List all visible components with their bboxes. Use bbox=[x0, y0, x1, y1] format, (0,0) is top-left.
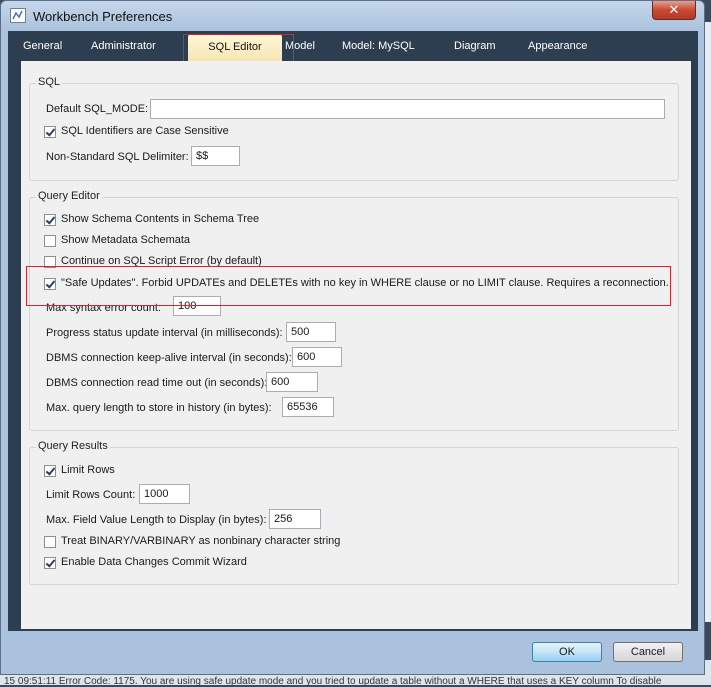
max-field-length-input[interactable]: 256 bbox=[269, 509, 321, 529]
read-timeout-input[interactable]: 600 bbox=[266, 372, 318, 392]
query-results-group: Query Results Limit Rows Limit Rows Coun… bbox=[29, 440, 679, 585]
show-metadata-checkbox[interactable] bbox=[44, 235, 56, 247]
close-icon: ✕ bbox=[668, 2, 680, 17]
tab-administrator[interactable]: Administrator bbox=[91, 40, 156, 52]
sql-group-title: SQL bbox=[36, 76, 63, 88]
limit-rows-count-input[interactable]: 1000 bbox=[139, 484, 190, 504]
query-results-group-title: Query Results bbox=[36, 440, 110, 452]
cancel-button[interactable]: Cancel bbox=[613, 642, 683, 662]
title-bar[interactable]: Workbench Preferences ✕ bbox=[1, 1, 704, 31]
tab-bar: General Administrator SQL Editor Model M… bbox=[8, 31, 698, 61]
show-schema-contents-checkbox[interactable] bbox=[44, 214, 56, 226]
preferences-dialog: Workbench Preferences ✕ General Administ… bbox=[0, 0, 705, 675]
show-metadata-label: Show Metadata Schemata bbox=[61, 234, 191, 246]
limit-rows-label: Limit Rows bbox=[61, 464, 115, 476]
max-query-length-input[interactable]: 65536 bbox=[282, 397, 334, 417]
tab-diagram[interactable]: Diagram bbox=[454, 40, 496, 52]
max-field-length-label: Max. Field Value Length to Display (in b… bbox=[46, 514, 267, 526]
close-button[interactable]: ✕ bbox=[652, 1, 696, 20]
query-editor-group-title: Query Editor bbox=[36, 190, 102, 202]
tab-model-mysql[interactable]: Model: MySQL bbox=[342, 40, 415, 52]
treat-binary-checkbox[interactable] bbox=[44, 536, 56, 548]
highlight-safe-updates bbox=[26, 266, 671, 306]
default-sql-mode-input[interactable] bbox=[150, 99, 665, 119]
progress-interval-input[interactable]: 500 bbox=[286, 322, 336, 342]
default-sql-mode-label: Default SQL_MODE: bbox=[46, 103, 149, 115]
ok-button[interactable]: OK bbox=[532, 642, 602, 662]
show-schema-contents-label: Show Schema Contents in Schema Tree bbox=[61, 213, 260, 225]
keepalive-input[interactable]: 600 bbox=[292, 347, 342, 367]
case-sensitive-checkbox[interactable] bbox=[44, 126, 56, 138]
workbench-app-icon bbox=[10, 8, 26, 23]
delimiter-input[interactable]: $$ bbox=[191, 146, 240, 166]
keepalive-label: DBMS connection keep-alive interval (in … bbox=[46, 352, 292, 364]
background-output-text: 15 09:51:11 Error Code: 1175. You are us… bbox=[4, 676, 662, 687]
tab-appearance[interactable]: Appearance bbox=[528, 40, 587, 52]
max-query-length-label: Max. query length to store in history (i… bbox=[46, 402, 272, 414]
sql-group: SQL Default SQL_MODE: SQL Identifiers ar… bbox=[29, 76, 679, 181]
query-editor-group: Query Editor Show Schema Contents in Sch… bbox=[29, 190, 679, 431]
limit-rows-count-label: Limit Rows Count: bbox=[46, 489, 136, 501]
treat-binary-label: Treat BINARY/VARBINARY as nonbinary char… bbox=[61, 535, 341, 547]
tab-general[interactable]: General bbox=[23, 40, 62, 52]
progress-interval-label: Progress status update interval (in mill… bbox=[46, 327, 283, 339]
sql-editor-panel: SQL Default SQL_MODE: SQL Identifiers ar… bbox=[21, 61, 691, 629]
case-sensitive-label: SQL Identifiers are Case Sensitive bbox=[61, 125, 229, 137]
delimiter-label: Non-Standard SQL Delimiter: bbox=[46, 151, 189, 163]
window-title: Workbench Preferences bbox=[33, 9, 173, 24]
limit-rows-checkbox[interactable] bbox=[44, 465, 56, 477]
commit-wizard-label: Enable Data Changes Commit Wizard bbox=[61, 556, 247, 568]
read-timeout-label: DBMS connection read time out (in second… bbox=[46, 377, 268, 389]
commit-wizard-checkbox[interactable] bbox=[44, 557, 56, 569]
